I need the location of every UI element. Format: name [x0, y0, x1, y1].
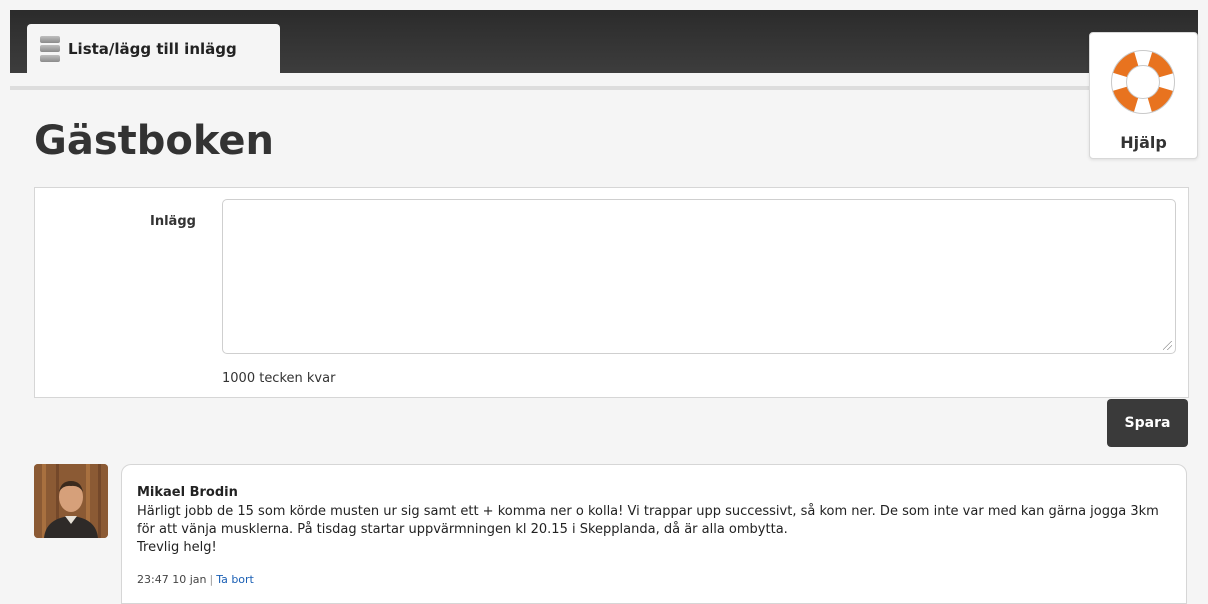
- post-author[interactable]: Mikael Brodin: [137, 485, 238, 500]
- user-photo-icon: [34, 464, 108, 538]
- post-textarea[interactable]: [222, 199, 1176, 354]
- database-icon: [40, 35, 60, 62]
- post-field-label: Inlägg: [150, 214, 196, 229]
- avatar: [34, 464, 108, 538]
- help-button[interactable]: Hjälp: [1089, 32, 1198, 159]
- resize-handle-icon[interactable]: [1163, 341, 1172, 350]
- post-text-closing: Trevlig helg!: [137, 540, 217, 555]
- meta-separator: |: [209, 573, 214, 586]
- character-counter: 1000 tecken kvar: [222, 371, 336, 386]
- guestbook-post: Mikael Brodin Härligt jobb de 15 som kör…: [121, 464, 1187, 604]
- post-body: Härligt jobb de 15 som körde musten ur s…: [137, 503, 1177, 557]
- post-timestamp: 23:47 10 jan: [137, 573, 207, 586]
- delete-post-link[interactable]: Ta bort: [216, 573, 254, 586]
- page-title: Gästboken: [34, 118, 274, 164]
- help-label: Hjälp: [1120, 133, 1167, 152]
- lifebuoy-icon: [1111, 50, 1175, 114]
- tab-label: Lista/lägg till inlägg: [68, 39, 237, 58]
- tab-list-add-posts[interactable]: Lista/lägg till inlägg: [27, 24, 280, 73]
- post-meta: 23:47 10 jan | Ta bort: [137, 573, 254, 586]
- save-button[interactable]: Spara: [1107, 399, 1188, 447]
- header-divider: [10, 86, 1198, 90]
- post-form: Inlägg 1000 tecken kvar: [34, 187, 1189, 398]
- post-text: Härligt jobb de 15 som körde musten ur s…: [137, 504, 1159, 537]
